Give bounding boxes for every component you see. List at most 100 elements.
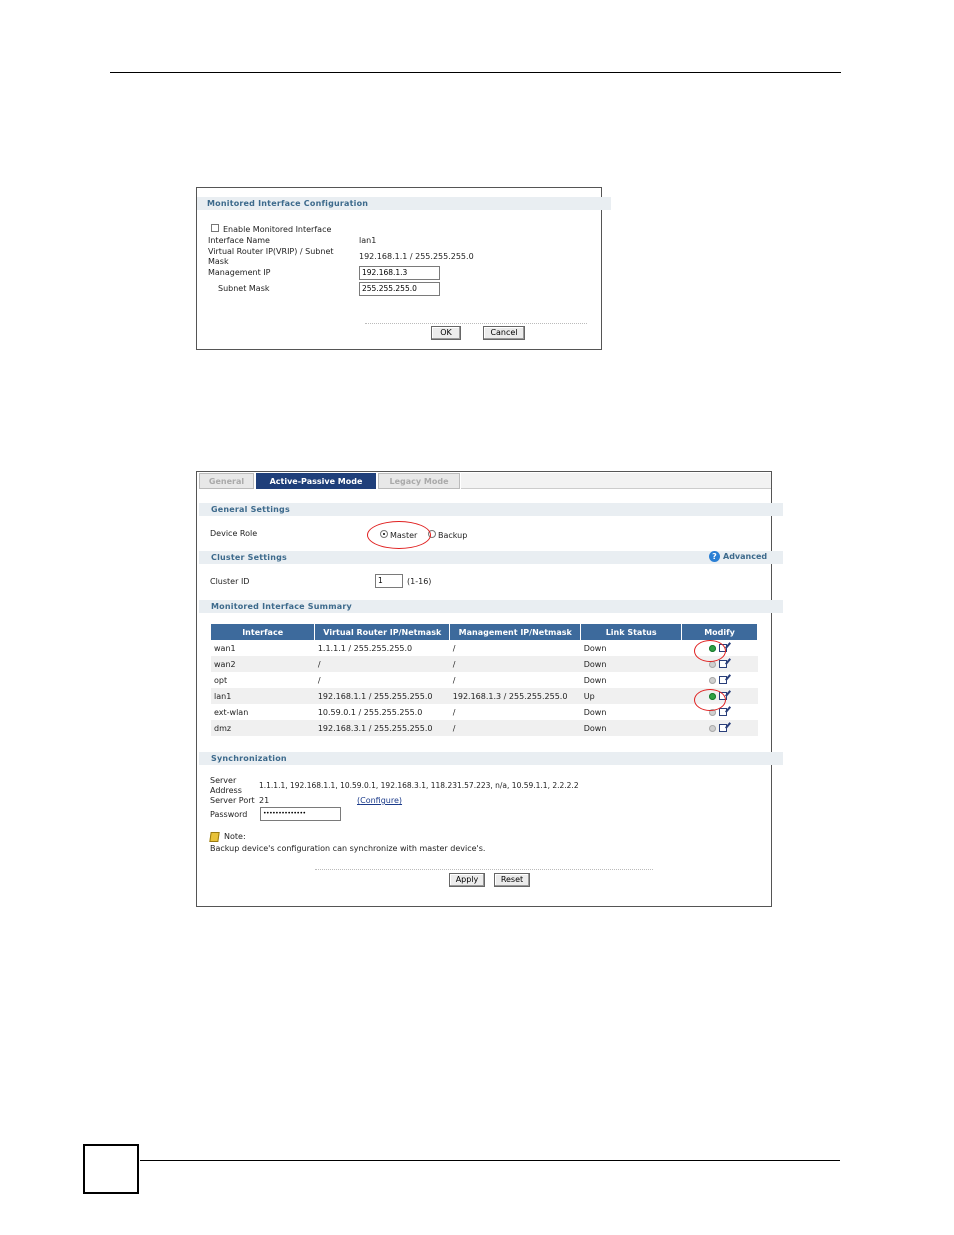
table-row: opt / / Down (211, 672, 758, 688)
cluster-settings-title: Cluster Settings (199, 551, 783, 564)
cell-status: Down (580, 720, 682, 736)
advanced-link[interactable]: Advanced (723, 552, 767, 561)
table-row: wan2 / / Down (211, 656, 758, 672)
button-divider (365, 323, 587, 324)
note-label: Note: (224, 832, 246, 841)
edit-icon[interactable] (718, 660, 727, 668)
cell-mgmt: / (452, 643, 456, 653)
server-port-label: Server Port (210, 796, 255, 805)
device-role-label: Device Role (210, 529, 258, 538)
col-header-modify: Modify (681, 624, 758, 640)
general-settings-title: General Settings (199, 503, 783, 516)
server-address-value: 1.1.1.1, 192.168.1.1, 10.59.0.1, 192.168… (259, 781, 579, 790)
cell-status: Down (583, 643, 607, 653)
cell-mgmt: / (452, 675, 456, 685)
master-highlight-ring (367, 521, 431, 549)
lan1-bulb-highlight-ring (694, 689, 726, 711)
cell-status: Down (583, 707, 607, 717)
cell-interface: lan1 (211, 688, 315, 704)
cell-interface: dmz (211, 720, 315, 736)
page-number-box (83, 1144, 139, 1194)
enable-monitored-interface-checkbox[interactable] (211, 224, 219, 232)
cell-status: Down (580, 656, 682, 672)
cell-vrip: 10.59.0.1 / 255.255.255.0 (317, 707, 423, 717)
monitored-interface-config-panel: Monitored Interface Configuration Enable… (196, 187, 611, 350)
cell-vrip: 192.168.1.1 / 255.255.255.0 (314, 688, 450, 704)
note-text: Backup device's configuration can synchr… (210, 844, 486, 853)
cell-status: Down (583, 675, 607, 685)
server-address-label-line2: Address (210, 786, 242, 795)
vrip-label-line1: Virtual Router IP(VRIP) / Subnet (208, 247, 334, 256)
ok-button[interactable]: OK (431, 326, 461, 340)
cluster-id-label: Cluster ID (210, 577, 250, 586)
table-header-row: Interface Virtual Router IP/Netmask Mana… (211, 624, 758, 640)
apply-button[interactable]: Apply (449, 873, 485, 887)
tab-bar-fill (461, 473, 771, 489)
password-input[interactable]: •••••••••••••• (260, 807, 341, 821)
cell-interface: wan1 (214, 643, 236, 653)
cell-status: Up (580, 688, 682, 704)
server-address-label-line1: Server (210, 776, 237, 785)
cell-modify (682, 672, 758, 688)
server-address-label: Server Address (210, 776, 242, 796)
note-icon (209, 832, 220, 842)
footer-rule (140, 1160, 840, 1161)
cell-vrip: 1.1.1.1 / 255.255.255.0 (317, 643, 413, 653)
panel-title: Monitored Interface Configuration (197, 197, 611, 210)
col-header-mgmt[interactable]: Management IP/Netmask (449, 624, 582, 640)
cell-modify (681, 720, 758, 736)
col-header-link-status[interactable]: Link Status (580, 624, 683, 640)
monitored-interface-table: Interface Virtual Router IP/Netmask Mana… (211, 624, 758, 736)
server-port-value: 21 (259, 796, 270, 805)
enable-monitored-interface-label: Enable Monitored Interface (223, 225, 332, 234)
reset-button[interactable]: Reset (494, 873, 530, 887)
cell-mgmt: / (452, 707, 456, 717)
interface-name-label: Interface Name (208, 236, 270, 245)
device-ha-panel: General Active-Passive Mode Legacy Mode … (196, 471, 783, 907)
table-row: lan1 192.168.1.1 / 255.255.255.0 192.168… (211, 688, 758, 704)
table-row: wan1 1.1.1.1 / 255.255.255.0 / Down (211, 640, 758, 656)
inactive-bulb-icon[interactable] (708, 676, 716, 684)
cluster-id-input[interactable]: 1 (375, 574, 403, 588)
table-row: ext-wlan 10.59.0.1 / 255.255.255.0 / Dow… (211, 704, 758, 720)
cell-mgmt: / (449, 656, 581, 672)
interface-name-value: lan1 (359, 236, 377, 245)
col-header-vrip[interactable]: Virtual Router IP/Netmask (314, 624, 451, 640)
cell-vrip: / (317, 675, 321, 685)
inactive-bulb-icon[interactable] (708, 724, 716, 732)
role-backup-label: Backup (438, 531, 468, 540)
configure-link-text[interactable]: Configure (360, 796, 399, 805)
cell-vrip: / (314, 656, 450, 672)
cell-mgmt: / (449, 720, 581, 736)
tab-active-passive-mode[interactable]: Active-Passive Mode (256, 473, 376, 489)
subnet-mask-label: Subnet Mask (218, 284, 270, 293)
password-label: Password (210, 810, 248, 819)
help-icon[interactable]: ? (709, 551, 720, 562)
subnet-mask-input[interactable]: 255.255.255.0 (359, 282, 440, 296)
wan1-bulb-highlight-ring (694, 640, 726, 662)
cell-interface: wan2 (211, 656, 315, 672)
tab-legacy-mode[interactable]: Legacy Mode (378, 473, 460, 489)
cluster-id-range: (1-16) (407, 577, 432, 586)
col-header-interface[interactable]: Interface (211, 624, 316, 640)
cell-vrip: 192.168.3.1 / 255.255.255.0 (314, 720, 450, 736)
configure-link[interactable]: (Configure) (357, 796, 402, 805)
cell-mgmt: 192.168.1.3 / 255.255.255.0 (449, 688, 581, 704)
vrip-label-line2: Mask (208, 257, 229, 266)
tab-general[interactable]: General (199, 473, 254, 489)
vrip-value: 192.168.1.1 / 255.255.255.0 (359, 252, 474, 261)
edit-icon[interactable] (718, 708, 727, 716)
management-ip-input[interactable]: 192.168.1.3 (359, 266, 440, 280)
cell-interface: opt (214, 675, 228, 685)
vrip-label: Virtual Router IP(VRIP) / Subnet Mask (208, 247, 358, 267)
button-divider (315, 869, 653, 870)
edit-icon[interactable] (718, 676, 727, 684)
cell-interface: ext-wlan (214, 707, 249, 717)
header-rule (110, 72, 841, 73)
table-row: dmz 192.168.3.1 / 255.255.255.0 / Down (211, 720, 758, 736)
monitored-interface-summary-title: Monitored Interface Summary (199, 600, 783, 613)
management-ip-label: Management IP (208, 268, 271, 277)
cancel-button[interactable]: Cancel (483, 326, 525, 340)
synchronization-title: Synchronization (199, 752, 783, 765)
edit-icon[interactable] (718, 724, 727, 732)
